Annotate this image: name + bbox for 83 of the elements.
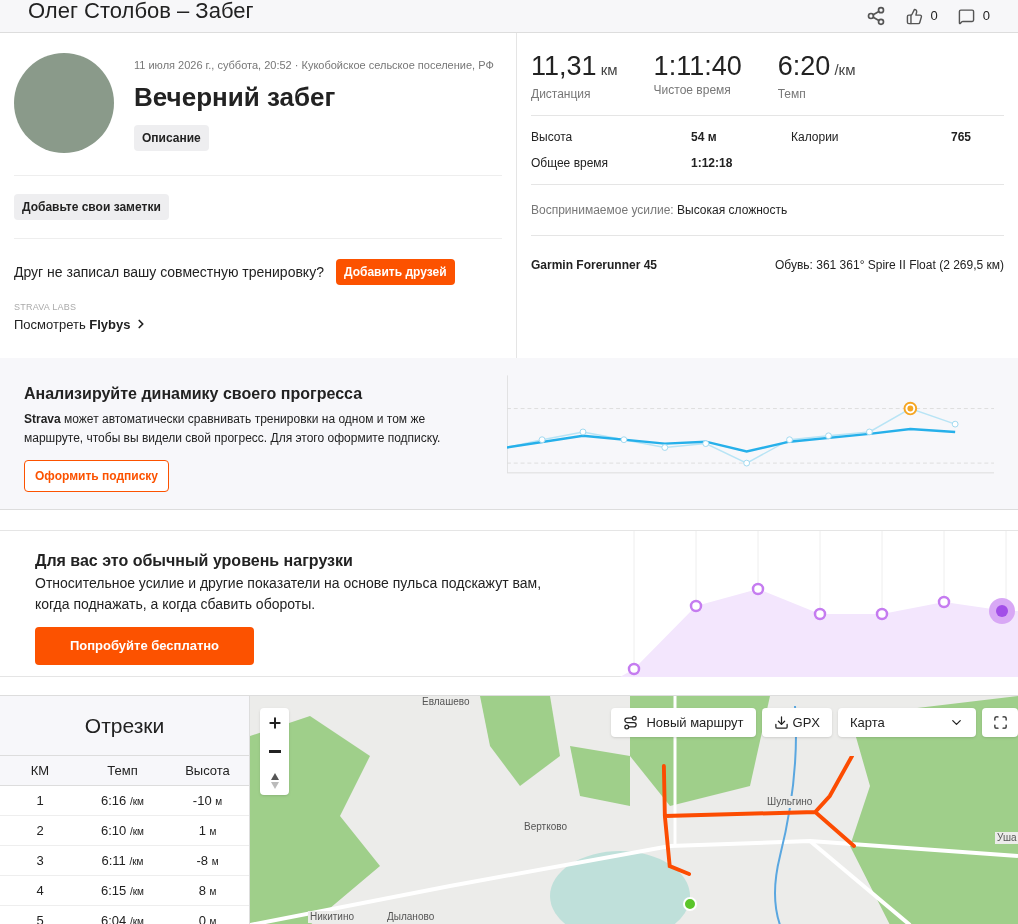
table-cell-text: 2 (35, 821, 45, 840)
table-cell-text: 8 м (197, 881, 218, 900)
promo-text: Относительное усилие и другие показатели на основе пульса подскажут вам, когда поднажать, а когда сбавить обороты. (35, 574, 543, 614)
new-route-button[interactable]: Новый маршрут (611, 708, 756, 737)
chart-point (579, 428, 587, 436)
place-label: Дыланово (385, 911, 437, 923)
chart-point (937, 595, 951, 609)
table-cell-text: -10 м (191, 791, 224, 810)
table-cell-text: 6:10 /км (100, 821, 145, 840)
place-label: Вертково (522, 821, 569, 833)
chart-point (951, 420, 959, 428)
chart-point (865, 428, 873, 436)
column-header: КМ (29, 761, 51, 780)
table-cell-text: 0 м (197, 911, 218, 924)
chart-point (620, 436, 628, 444)
stat-label: Дистанция (531, 86, 592, 103)
chart-point (813, 607, 827, 621)
minus-icon (268, 750, 281, 753)
place-label: Евлашево (420, 696, 472, 708)
stat-value: 765 (951, 129, 973, 146)
stat-label: Высота (531, 129, 574, 146)
chart-point (743, 459, 750, 467)
download-icon (773, 715, 789, 730)
table-cell-text: 6:15 /км (100, 881, 145, 900)
stat-label: Чистое время (653, 82, 732, 99)
table-cell-text: 5 (35, 911, 45, 924)
compass-icon (269, 771, 280, 790)
comment-button[interactable]: 0 (957, 6, 990, 26)
place-label: Уша (995, 832, 1018, 844)
promo-title: Анализируйте динамику своего прогресса (24, 384, 364, 404)
chart-point (627, 662, 641, 676)
device-name: Garmin Forerunner 45 (531, 257, 658, 274)
gpx-button[interactable]: GPX (761, 708, 832, 737)
stat-value: 6:20/км (777, 51, 856, 83)
description-button[interactable]: Описание (134, 125, 209, 151)
table-cell-text: 6:16 /км (100, 791, 145, 810)
shoes-info: Обувь: 361 361° Spire II Float (2 269,5 км) (775, 257, 1004, 274)
chart-point (689, 599, 703, 613)
column-header: Темп (106, 761, 139, 780)
activity-title: Вечерний забег (134, 81, 337, 114)
highlighted-point (903, 401, 918, 416)
notes-button[interactable]: Добавьте свои заметки (14, 194, 169, 220)
table-cell-text: -8 м (195, 851, 220, 870)
chart-point (786, 436, 793, 444)
place-label: Шульгино (765, 796, 815, 808)
chart-point (875, 607, 889, 621)
table-cell-text: 6:11 /км (100, 851, 145, 870)
chart-point (824, 432, 832, 440)
column-header: Высота (184, 761, 231, 780)
chart-point (538, 436, 546, 444)
flybys-link[interactable]: Посмотреть Flybys (14, 314, 149, 334)
perceived-effort: Воспринимаемое усилие: Высокая сложность (531, 203, 788, 217)
stat-value: 54 м (691, 129, 718, 146)
route-icon (623, 715, 639, 730)
table-cell-text: 3 (35, 851, 45, 870)
chart-point (751, 582, 765, 596)
labs-label: STRAVA LABS (14, 301, 78, 314)
stat-value: 1:12:18 (691, 155, 734, 172)
table-cell-text: 1 м (197, 821, 218, 840)
plus-icon (266, 714, 283, 731)
table-cell-text: 1 (35, 791, 45, 810)
chart-point (702, 440, 710, 448)
like-button[interactable]: 0 (905, 6, 938, 26)
activity-meta: 11 июля 2026 г., суббота, 20:52 · Кукобойское сельское поселение, РФ (134, 58, 494, 73)
friends-prompt: Друг не записал вашу совместную тренировку? (14, 262, 324, 282)
promo-title: Для вас это обычный уровень нагрузки (35, 551, 354, 571)
place-label: Никитино (308, 911, 357, 923)
promo-text: Strava может автоматически сравнивать тренировки на одном и том же маршруте, чтобы вы видели свой прогресс. Для этого оформите подписку. (24, 411, 442, 447)
fullscreen-icon (992, 715, 1008, 730)
table-cell-text: 4 (35, 881, 45, 900)
splits-title: Отрезки (84, 712, 165, 739)
stat-label: Общее время (531, 155, 610, 172)
current-point (989, 598, 1015, 624)
stat-value: 1:11:40 (653, 51, 742, 81)
fullscreen-button[interactable] (982, 708, 1018, 737)
page-title: Олег Столбов – Забег (28, 0, 254, 25)
stat-label: Калории (791, 129, 840, 146)
stat-value: 11,31 км (531, 51, 618, 83)
share-icon[interactable] (865, 6, 886, 26)
stat-label: Темп (777, 86, 807, 103)
chart-point (661, 444, 669, 451)
table-cell-text: 6:04 /км (100, 911, 145, 924)
map-type-select[interactable]: Карта (838, 708, 976, 737)
